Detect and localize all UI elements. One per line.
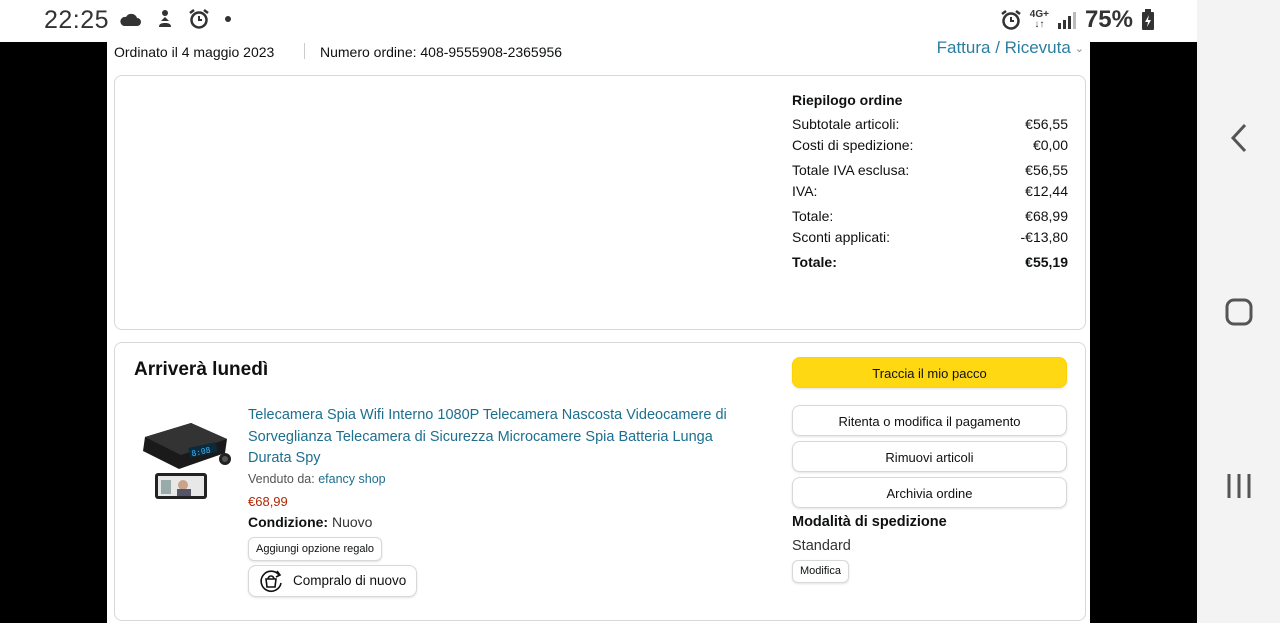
divider	[304, 43, 305, 59]
alarm-icon	[189, 9, 209, 29]
signal-icon	[1057, 12, 1076, 29]
system-indicators: 4G+ ↓↑ 75%	[1000, 6, 1155, 34]
buy-again-icon	[260, 570, 282, 592]
shipping-method-title: Modalità di spedizione	[792, 514, 947, 530]
summary-row: Costi di spedizione: €0,00	[792, 137, 1068, 153]
chevron-down-icon: ⌄	[1074, 43, 1084, 56]
meditation-icon	[159, 10, 171, 27]
delivery-card: Arriverà lunedì 8:08 Telecamera Spia Wif…	[114, 342, 1086, 621]
chevron-left-icon	[1230, 123, 1247, 153]
home-icon	[1225, 298, 1253, 326]
order-header: Ordinato il 4 maggio 2023 Numero ordine:…	[114, 38, 1084, 62]
battery-percent: 75%	[1084, 6, 1133, 33]
buy-again-label: Compralo di nuovo	[293, 573, 407, 588]
seller-link[interactable]: efancy shop	[318, 472, 385, 486]
summary-row: Totale: €68,99	[792, 208, 1068, 224]
summary-row: IVA: €12,44	[792, 183, 1068, 199]
battery-charging-icon	[1142, 9, 1154, 30]
add-gift-option-button[interactable]: Aggiungi opzione regalo	[248, 537, 383, 561]
order-date: Ordinato il 4 maggio 2023	[114, 44, 275, 60]
system-nav-bar	[1197, 0, 1280, 623]
back-button[interactable]	[1219, 118, 1259, 158]
summary-row: Sconti applicati: -€13,80	[792, 229, 1068, 245]
order-details-page: Ordinato il 4 maggio 2023 Numero ordine:…	[107, 38, 1090, 623]
product-condition: Condizione: Nuovo	[248, 514, 373, 530]
order-actions: Traccia il mio pacco Ritenta o modifica …	[792, 357, 1067, 583]
summary-row: Totale IVA esclusa: €56,55	[792, 162, 1068, 178]
grand-total-row: Totale: €55,19	[792, 254, 1068, 270]
retry-payment-button[interactable]: Ritenta o modifica il pagamento	[792, 405, 1067, 436]
invoice-link[interactable]: Fattura / Ricevuta ⌄	[937, 38, 1084, 58]
network-type: 4G+ ↓↑	[1029, 9, 1049, 30]
summary-row: Subtotale articoli: €56,55	[792, 116, 1068, 132]
product-title-link[interactable]: Telecamera Spia Wifi Interno 1080P Telec…	[248, 405, 753, 470]
summary-title: Riepilogo ordine	[792, 92, 903, 108]
order-summary-card: Riepilogo ordine Subtotale articoli: €56,…	[114, 75, 1086, 330]
remove-items-button[interactable]: Rimuovi articoli	[792, 441, 1067, 472]
alarm-icon	[1001, 10, 1021, 30]
home-button[interactable]	[1219, 292, 1259, 332]
track-package-button[interactable]: Traccia il mio pacco	[792, 357, 1067, 388]
archive-order-button[interactable]: Archivia ordine	[792, 477, 1067, 508]
recents-button[interactable]	[1219, 466, 1259, 506]
product-price: €68,99	[248, 494, 288, 509]
seller-info: Venduto da: efancy shop	[248, 472, 386, 486]
shipping-method-value: Standard	[792, 538, 851, 554]
cloud-icon	[120, 13, 141, 26]
order-summary: Riepilogo ordine Subtotale articoli: €56,…	[792, 92, 1068, 275]
clock: 22:25	[44, 6, 110, 34]
dot-icon	[225, 16, 231, 22]
edit-shipping-button[interactable]: Modifica	[792, 560, 849, 583]
order-number: Numero ordine: 408-9555908-2365956	[320, 44, 563, 60]
invoice-link-label: Fattura / Ricevuta	[936, 38, 1071, 57]
delivery-heading: Arriverà lunedì	[134, 359, 269, 380]
status-bar: 22:25 4G+ ↓↑ 75%	[0, 0, 1197, 42]
recents-icon	[1227, 474, 1251, 498]
product-image[interactable]: 8:08	[139, 415, 235, 505]
buy-again-button[interactable]: Compralo di nuovo	[248, 565, 418, 597]
notification-icons	[118, 8, 232, 30]
